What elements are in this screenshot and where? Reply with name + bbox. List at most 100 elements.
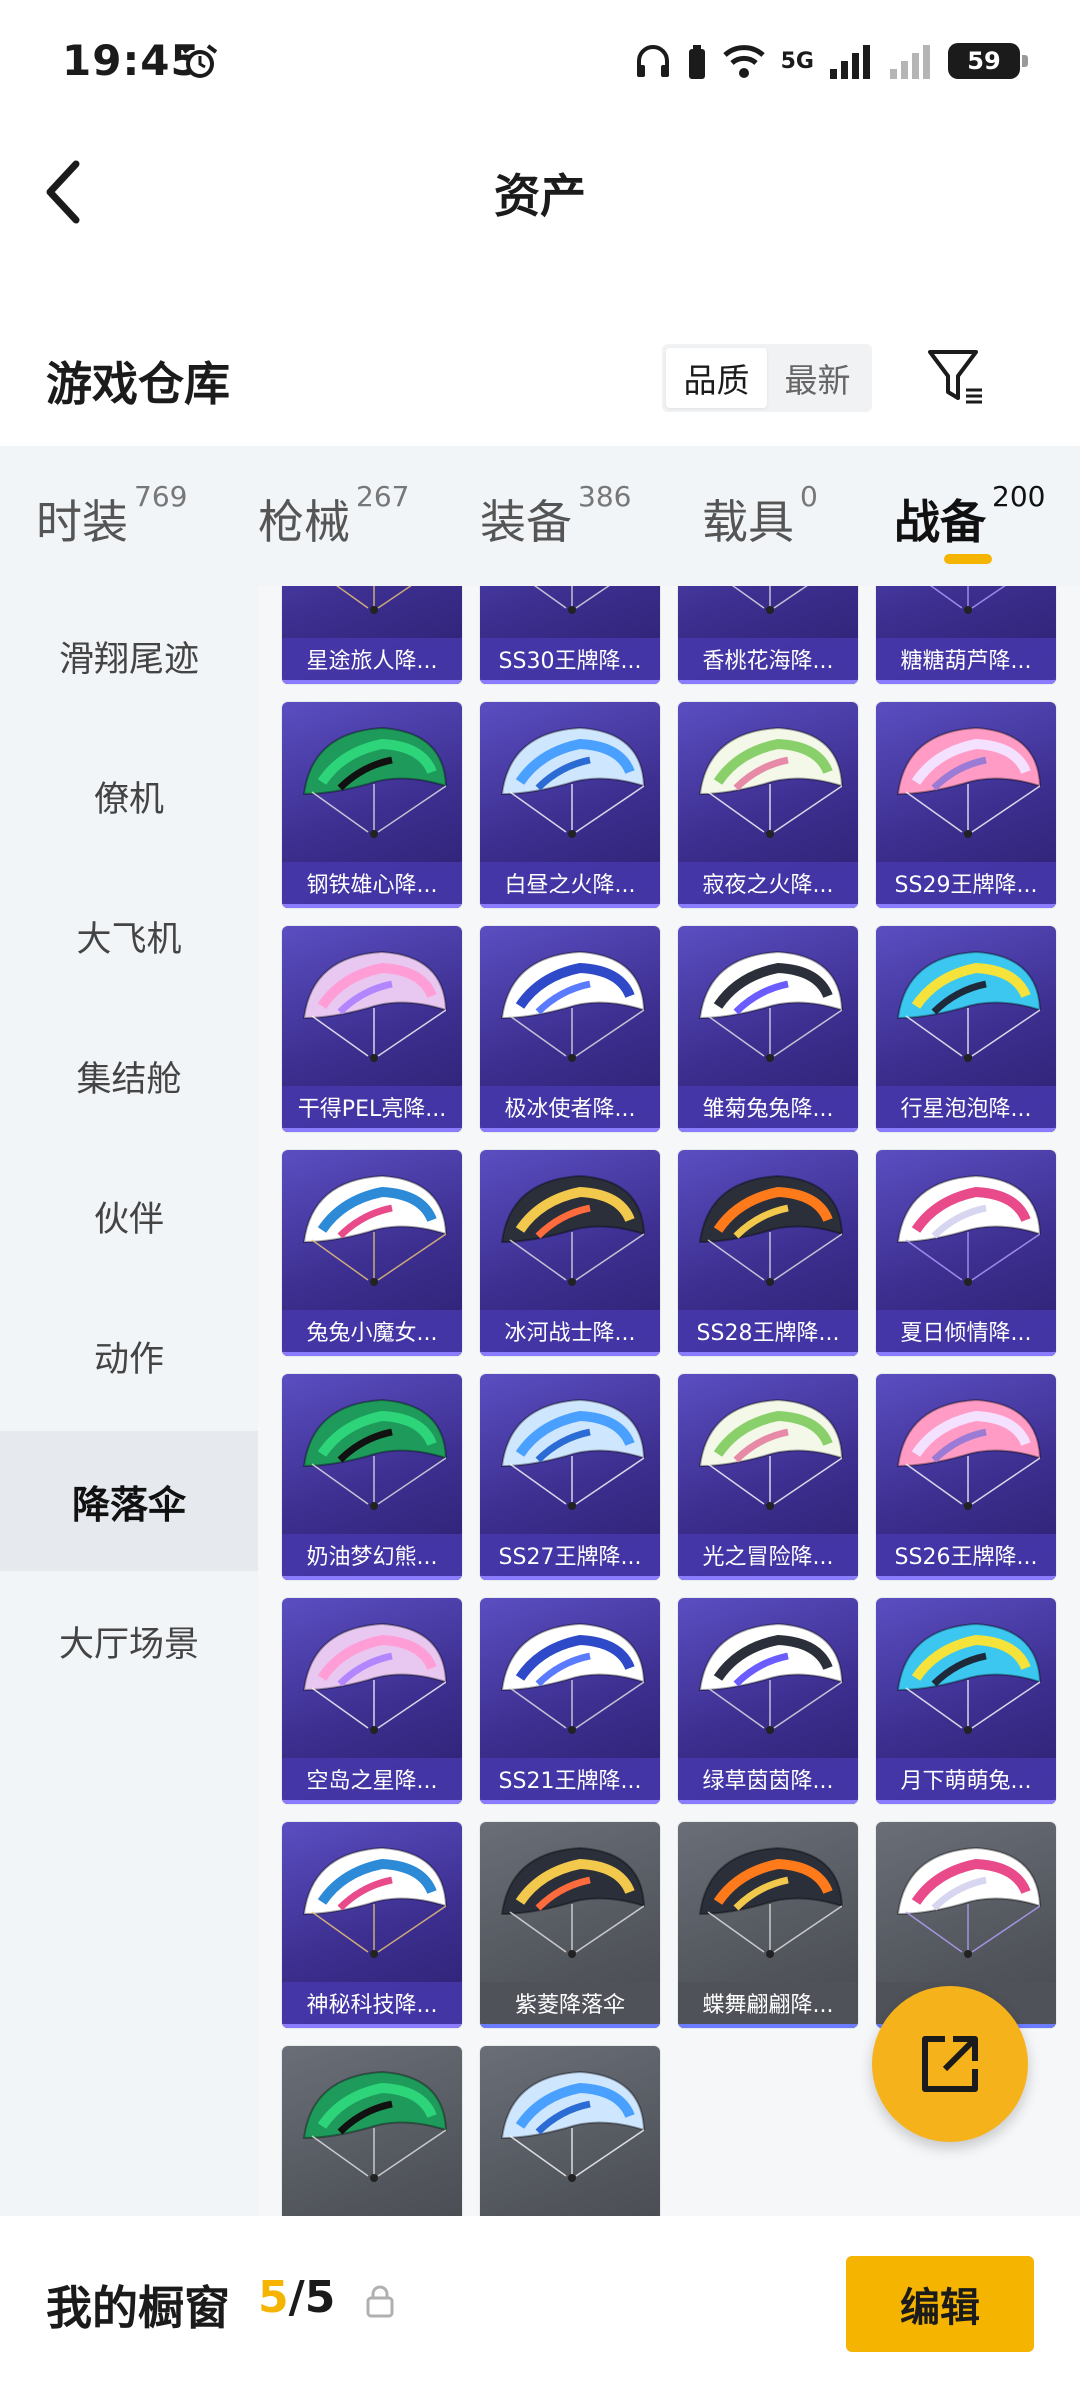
item-name: 空岛之星降...: [282, 1758, 462, 1804]
sidebar-item-glide-trail[interactable]: 滑翔尾迹: [0, 586, 258, 726]
parachute-image: [896, 950, 1042, 1062]
parachute-item-card[interactable]: 钢铁雄心降...: [282, 702, 462, 908]
tab-combat-gear[interactable]: 战备 200: [894, 480, 1045, 552]
parachute-item-card[interactable]: SS27王牌降...: [480, 1374, 660, 1580]
showcase-count: 5/5: [258, 2272, 335, 2323]
showcase-label: 我的橱窗: [46, 2281, 230, 2335]
tab-equipment[interactable]: 装备 386: [480, 480, 631, 552]
parachute-image: [500, 1846, 646, 1958]
sort-latest[interactable]: 最新: [767, 348, 868, 408]
battery-indicator: 59: [948, 43, 1028, 79]
parachute-item-card[interactable]: 空岛之星降...: [282, 1598, 462, 1804]
item-name: 夏日倾情降...: [876, 1310, 1056, 1356]
sidebar: 滑翔尾迹 僚机 大飞机 集结舱 伙伴 动作 降落伞 大厅场景: [0, 586, 258, 2216]
parachute-item-card[interactable]: 干得PEL亮降...: [282, 926, 462, 1132]
parachute-item-card[interactable]: 寂夜之火降...: [678, 702, 858, 908]
item-name: 兔兔小魔女...: [282, 1310, 462, 1356]
parachute-item-card[interactable]: 星途旅人降...: [282, 586, 462, 684]
item-name: 蝶舞翩翩降...: [678, 1982, 858, 2028]
parachute-item-card[interactable]: SS28王牌降...: [678, 1150, 858, 1356]
parachute-item-card[interactable]: 夏日倾情降...: [876, 1150, 1056, 1356]
item-name: 紫菱降落伞: [480, 1982, 660, 2028]
item-name: 白昼之火降...: [480, 862, 660, 908]
parachute-image: [698, 1174, 844, 1286]
item-name: 星途旅人降...: [282, 638, 462, 684]
tab-count: 267: [356, 480, 410, 513]
sort-quality[interactable]: 品质: [666, 348, 767, 408]
parachute-item-card[interactable]: 奶油梦幻熊...: [282, 1374, 462, 1580]
parachute-image: [698, 1846, 844, 1958]
sort-toggle: 品质 最新: [662, 344, 872, 412]
parachute-item-card[interactable]: SS21王牌降...: [480, 1598, 660, 1804]
parachute-item-card[interactable]: SS26王牌降...: [876, 1374, 1056, 1580]
item-name: 月下萌萌兔...: [876, 1758, 1056, 1804]
parachute-item-card[interactable]: 糖糖葫芦降...: [876, 586, 1056, 684]
parachute-image: [500, 1398, 646, 1510]
item-name: 香桃花海降...: [678, 638, 858, 684]
sidebar-item-assembly-pod[interactable]: 集结舱: [0, 1006, 258, 1146]
parachute-item-card[interactable]: 冰河战士降...: [480, 1150, 660, 1356]
filter-icon[interactable]: [926, 346, 986, 406]
edit-button[interactable]: 编辑: [846, 2256, 1034, 2352]
share-button[interactable]: [872, 1986, 1028, 2142]
item-name: 寂夜之火降...: [678, 862, 858, 908]
parachute-item-card[interactable]: [282, 2046, 462, 2216]
status-bar: 19:45 5G 59: [0, 0, 1080, 124]
parachute-image: [929, 586, 1006, 614]
item-name: 光之冒险降...: [678, 1534, 858, 1580]
share-icon: [922, 2036, 978, 2092]
parachute-image: [698, 1398, 844, 1510]
parachute-item-card[interactable]: 兔兔小魔女...: [282, 1150, 462, 1356]
tab-label: 装备: [480, 495, 572, 549]
item-name: SS21王牌降...: [480, 1758, 660, 1804]
parachute-item-card[interactable]: 绿草茵茵降...: [678, 1598, 858, 1804]
item-name: 雏菊兔兔降...: [678, 1086, 858, 1132]
parachute-image: [500, 726, 646, 838]
parachute-image: [698, 950, 844, 1062]
parachute-item-card[interactable]: 神秘科技降...: [282, 1822, 462, 2028]
wifi-icon: [722, 45, 765, 78]
parachute-image: [500, 1622, 646, 1734]
parachute-item-card[interactable]: 月下萌萌兔...: [876, 1598, 1056, 1804]
tab-fashion[interactable]: 时装 769: [36, 480, 187, 552]
item-grid: 星途旅人降... SS30王牌降... 香桃花海降... 糖糖葫芦降... 钢铁雄心降.…: [258, 586, 1080, 2216]
tab-count: 769: [134, 480, 188, 513]
tab-count: 386: [578, 480, 632, 513]
status-icons: 5G 59: [633, 36, 1028, 86]
parachute-item-card[interactable]: 白昼之火降...: [480, 702, 660, 908]
sidebar-item-companion[interactable]: 伙伴: [0, 1146, 258, 1286]
section-title: 游戏仓库: [46, 357, 230, 411]
sidebar-item-emote[interactable]: 动作: [0, 1286, 258, 1426]
parachute-item-card[interactable]: 香桃花海降...: [678, 586, 858, 684]
parachute-item-card[interactable]: 紫菱降落伞: [480, 1822, 660, 2028]
parachute-item-card[interactable]: SS29王牌降...: [876, 702, 1056, 908]
sidebar-item-wingman[interactable]: 僚机: [0, 726, 258, 866]
sidebar-item-parachute[interactable]: 降落伞: [0, 1431, 258, 1571]
tab-label: 载具: [702, 495, 794, 549]
tab-label: 战备: [894, 495, 986, 549]
parachute-image: [896, 1398, 1042, 1510]
parachute-item-card[interactable]: 行星泡泡降...: [876, 926, 1056, 1132]
parachute-image: [896, 726, 1042, 838]
parachute-item-card[interactable]: [480, 2046, 660, 2216]
tab-weapons[interactable]: 枪械 267: [258, 480, 409, 552]
tab-vehicles[interactable]: 载具 0: [702, 480, 818, 552]
parachute-image: [335, 586, 412, 614]
item-name: 行星泡泡降...: [876, 1086, 1056, 1132]
sidebar-item-plane[interactable]: 大飞机: [0, 866, 258, 1006]
lock-icon: [366, 2285, 394, 2318]
parachute-item-card[interactable]: 光之冒险降...: [678, 1374, 858, 1580]
parachute-item-card[interactable]: SS30王牌降...: [480, 586, 660, 684]
item-name: 极冰使者降...: [480, 1086, 660, 1132]
showcase-count-total: 5: [304, 2272, 336, 2323]
item-name: SS28王牌降...: [678, 1310, 858, 1356]
parachute-item-card[interactable]: 极冰使者降...: [480, 926, 660, 1132]
parachute-image: [896, 1846, 1042, 1958]
parachute-item-card[interactable]: 雏菊兔兔降...: [678, 926, 858, 1132]
item-name: 冰河战士降...: [480, 1310, 660, 1356]
showcase-count-current: 5: [258, 2272, 289, 2323]
battery-small-icon: [688, 45, 705, 79]
sidebar-item-lobby-scene[interactable]: 大厅场景: [0, 1571, 258, 1711]
parachute-image: [698, 726, 844, 838]
parachute-item-card[interactable]: 蝶舞翩翩降...: [678, 1822, 858, 2028]
